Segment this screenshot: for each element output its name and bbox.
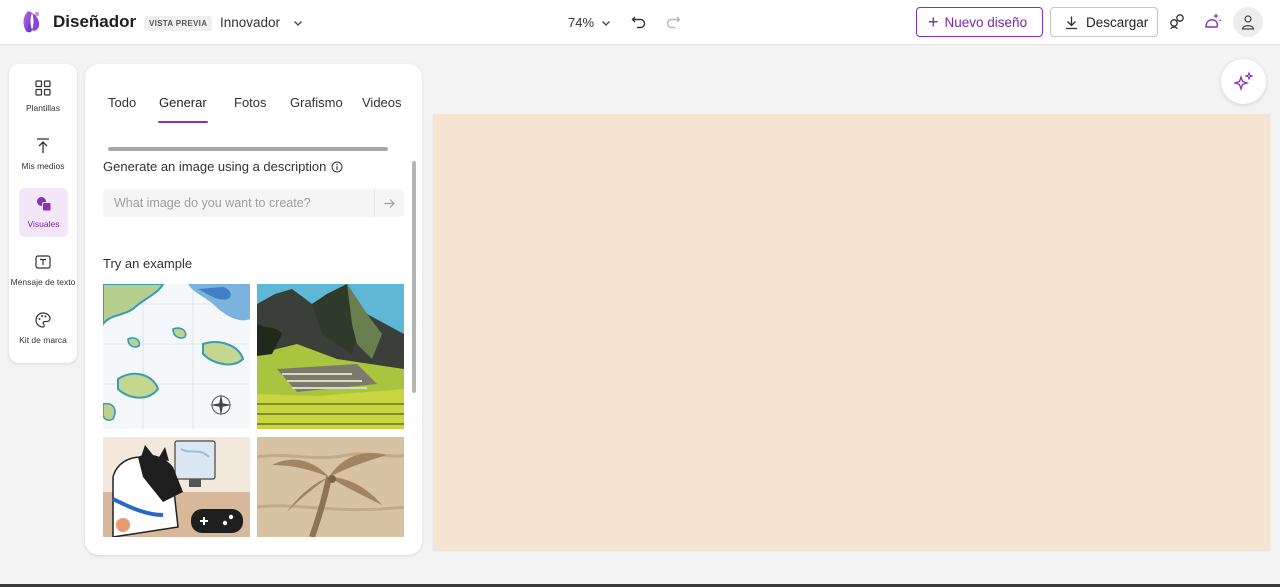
generate-title-text: Generate an image using a description [103,159,327,174]
tab-graphics[interactable]: Grafismo [290,95,343,110]
prompt-input[interactable] [103,189,373,217]
copilot-icon[interactable] [1202,11,1222,31]
rail-item-text[interactable]: Mensaje de texto [9,246,77,296]
share-icon[interactable] [1168,12,1186,30]
cat-gamer-illustration [103,437,250,537]
palette-icon [35,312,51,328]
generate-section-title: Generate an image using a description [103,159,343,174]
map-illustration [103,284,250,429]
example-sand[interactable] [257,437,404,537]
rail-item-label: Kit de marca [19,335,67,345]
account-button[interactable] [1233,7,1263,37]
rail-item-label: Mis medios [21,161,65,171]
new-design-button[interactable]: + Nuevo diseño [916,7,1043,37]
info-icon[interactable] [331,161,343,173]
generate-send-button[interactable] [374,189,404,217]
chevron-down-icon[interactable] [600,17,612,29]
sand-palm-sculpture [257,437,404,537]
tab-all[interactable]: Todo [108,95,136,110]
preview-badge: VISTA PREVIA [144,16,213,31]
visuals-panel: Todo Generar Fotos Grafismo Videos Gener… [85,64,422,555]
redo-icon[interactable] [664,12,682,30]
download-icon [1066,16,1077,29]
example-map[interactable] [103,284,250,429]
tab-videos[interactable]: Videos [362,95,402,110]
rail-item-label: Mensaje de texto [10,277,76,287]
visuals-icon [36,197,51,212]
rail-item-my-media[interactable]: Mis medios [9,130,77,180]
templates-icon [35,80,51,96]
plus-icon: + [928,12,939,32]
designer-logo-icon[interactable] [18,9,44,35]
example-mountain[interactable] [257,284,404,429]
designer-assist-button[interactable] [1221,59,1266,104]
upload-icon [37,138,49,153]
app-title: Diseñador [53,12,137,31]
tab-photos[interactable]: Fotos [234,95,267,110]
text-icon [35,255,51,269]
plan-selector[interactable]: Innovador [220,15,280,30]
loading-bar [108,147,388,151]
rail-item-label: Visuales [27,219,60,229]
scrollbar[interactable] [412,161,416,393]
new-design-label: Nuevo diseño [944,14,1028,30]
try-example-label: Try an example [103,256,193,271]
download-button[interactable]: Descargar [1050,7,1158,37]
left-rail: Plantillas Mis medios Visuales Mensaje d… [9,64,77,363]
prompt-box [103,189,404,217]
person-icon [1241,15,1255,30]
rail-item-brand-kit[interactable]: Kit de marca [9,304,77,354]
rail-item-label: Plantillas [25,103,61,113]
active-tab-indicator [158,121,208,123]
example-cat[interactable] [103,437,250,537]
rail-item-templates[interactable]: Plantillas [9,72,77,122]
top-bar: Diseñador VISTA PREVIA Innovador 74% + N… [0,0,1280,45]
mountain-ruins-illustration [257,284,404,429]
zoom-level[interactable]: 74% [568,15,594,30]
chevron-down-icon[interactable] [292,17,304,29]
download-label: Descargar [1086,14,1149,30]
arrow-right-icon [384,198,395,208]
design-canvas[interactable] [433,114,1270,550]
rail-item-visuals[interactable]: Visuales [19,188,68,237]
sparkle-icon [1232,70,1254,91]
tab-generate[interactable]: Generar [159,95,207,110]
undo-icon[interactable] [630,12,648,30]
